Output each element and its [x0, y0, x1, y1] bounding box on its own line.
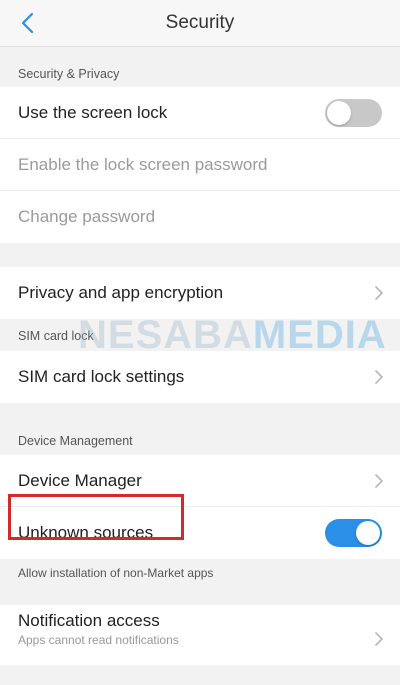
chevron-right-icon — [375, 286, 383, 300]
use-screen-lock-label: Use the screen lock — [18, 102, 168, 122]
chevron-right-icon — [375, 632, 383, 646]
section-label-device-management: Device Management — [0, 403, 400, 455]
change-password-row[interactable]: Change password — [0, 191, 400, 243]
privacy-app-encryption-label: Privacy and app encryption — [18, 283, 224, 302]
notification-access-subtext: Apps cannot read notifications — [18, 633, 179, 647]
unknown-sources-hint: Allow installation of non-Market apps — [0, 559, 400, 589]
chevron-right-icon — [375, 473, 383, 488]
unknown-sources-toggle[interactable] — [325, 519, 382, 547]
section-label-security-privacy: Security & Privacy — [0, 61, 400, 87]
enable-lock-password-row[interactable]: Enable the lock screen password — [0, 139, 400, 191]
notification-access-label: Notification access — [18, 611, 160, 630]
screen-lock-toggle[interactable] — [325, 98, 382, 127]
unknown-sources-row[interactable]: Unknown sources — [0, 507, 400, 559]
device-manager-label: Device Manager — [18, 470, 142, 490]
enable-lock-password-label: Enable the lock screen password — [18, 154, 268, 174]
sim-card-lock-settings-label: SIM card lock settings — [18, 367, 185, 386]
toggle-knob — [327, 100, 351, 125]
section-label-sim: SIM card lock — [0, 319, 400, 351]
page-title: Security — [165, 12, 235, 33]
unknown-sources-label: Unknown sources — [18, 523, 154, 542]
spacer — [0, 243, 400, 267]
notification-access-row[interactable]: Notification access Apps cannot read not… — [0, 605, 400, 665]
toggle-knob — [356, 521, 380, 545]
chevron-right-icon — [375, 370, 383, 384]
use-screen-lock-row[interactable]: Use the screen lock — [0, 87, 400, 139]
privacy-app-encryption-row[interactable]: Privacy and app encryption — [0, 267, 400, 319]
device-manager-row[interactable]: Device Manager — [0, 455, 400, 507]
spacer — [0, 589, 400, 605]
sim-card-lock-settings-row[interactable]: SIM card lock settings — [0, 351, 400, 403]
top-bar: Security — [0, 0, 400, 47]
change-password-label: Change password — [18, 207, 156, 226]
